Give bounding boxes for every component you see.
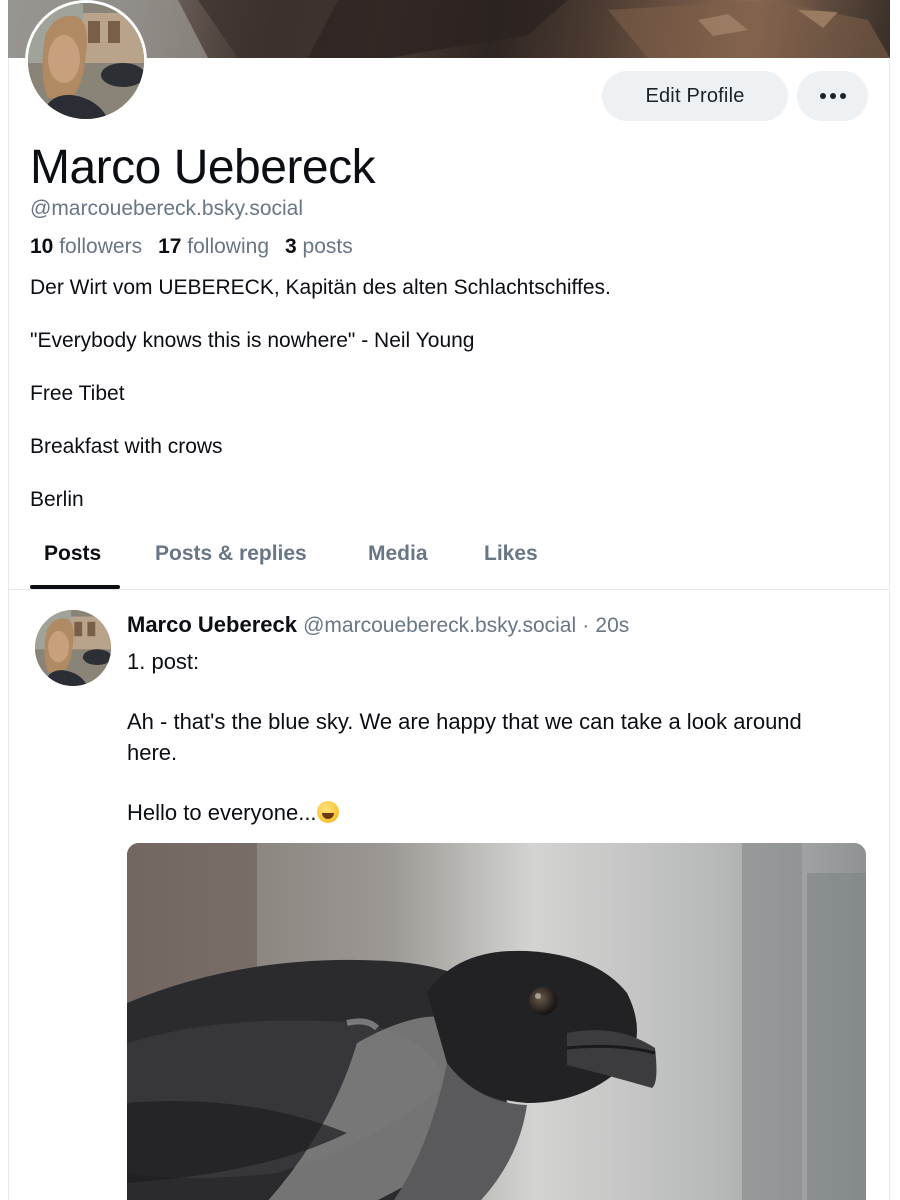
profile-stats: 10 followers 17 following 3 posts: [30, 235, 353, 259]
bio-line: Berlin: [30, 488, 84, 511]
profile-page: Edit Profile Marco Uebereck @marcouebere…: [0, 0, 900, 1200]
edit-profile-button[interactable]: Edit Profile: [602, 71, 788, 121]
post-line: Hello to everyone...: [127, 800, 317, 825]
bio-line: Free Tibet: [30, 382, 125, 405]
profile-handle[interactable]: @marcouebereck.bsky.social: [30, 197, 303, 221]
crow-photo: [127, 843, 866, 1200]
post-text: 1. post: Ah - that's the blue sky. We ar…: [127, 646, 847, 857]
post-header: Marco Uebereck @marcouebereck.bsky.socia…: [127, 612, 629, 638]
avatar-photo: [35, 610, 111, 686]
tab-posts-and-replies[interactable]: Posts & replies: [155, 542, 307, 566]
profile-tabs: Posts Posts & replies Media Likes: [8, 530, 890, 590]
more-options-button[interactable]: [797, 71, 868, 121]
post-separator: ·: [582, 614, 590, 637]
posts-count: 3: [285, 235, 297, 258]
tab-posts[interactable]: Posts: [44, 542, 101, 566]
following-label: following: [187, 235, 269, 258]
post-author-avatar[interactable]: [35, 610, 111, 686]
tab-media[interactable]: Media: [368, 542, 428, 566]
followers-stat[interactable]: 10 followers: [30, 235, 142, 259]
profile-display-name: Marco Uebereck: [30, 141, 376, 194]
more-horizontal-icon: [819, 93, 846, 99]
following-stat[interactable]: 17 following: [158, 235, 269, 259]
avatar-photo: [28, 3, 144, 119]
active-tab-indicator: [30, 585, 120, 589]
bio-line: Breakfast with crows: [30, 435, 223, 458]
followers-label: followers: [59, 235, 143, 258]
post-line: Ah - that's the blue sky. We are happy t…: [127, 709, 802, 765]
grinning-sweat-emoji-icon: [316, 801, 339, 823]
followers-count: 10: [30, 235, 54, 258]
posts-stat: 3 posts: [285, 235, 353, 259]
post-timestamp[interactable]: 20s: [595, 614, 629, 637]
posts-label: posts: [302, 235, 353, 258]
profile-avatar[interactable]: [25, 0, 147, 122]
post-image[interactable]: [127, 843, 866, 1200]
post-line: 1. post:: [127, 649, 200, 674]
profile-bio: Der Wirt vom UEBERECK, Kapitän des alten…: [30, 275, 870, 540]
post-author-name[interactable]: Marco Uebereck: [127, 612, 297, 637]
bio-line: Der Wirt vom UEBERECK, Kapitän des alten…: [30, 276, 611, 299]
following-count: 17: [158, 235, 182, 258]
bio-line: "Everybody knows this is nowhere" - Neil…: [30, 329, 475, 352]
post-author-handle[interactable]: @marcouebereck.bsky.social: [303, 614, 576, 637]
post-line-with-emoji: Hello to everyone...: [127, 797, 847, 828]
tab-likes[interactable]: Likes: [484, 542, 538, 566]
